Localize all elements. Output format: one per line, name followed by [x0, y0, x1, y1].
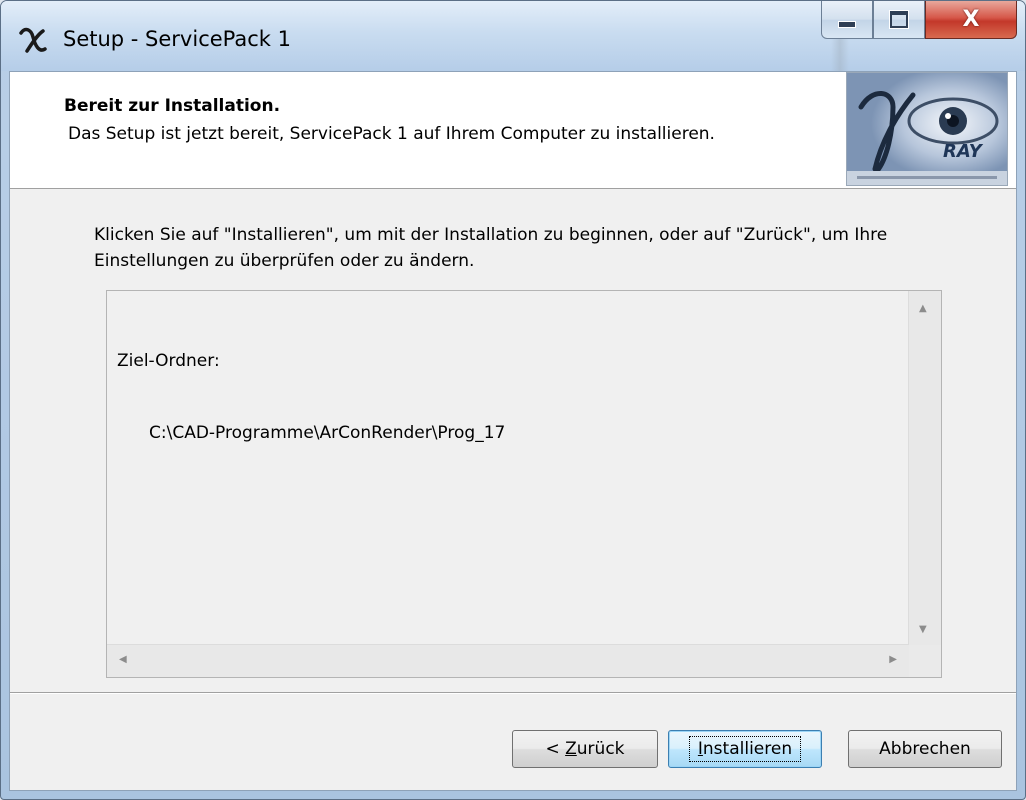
- caption-buttons: X: [821, 1, 1017, 39]
- install-button-label: nstallieren: [702, 739, 793, 759]
- back-button-prefix: <: [545, 739, 566, 759]
- close-button[interactable]: X: [925, 1, 1017, 39]
- back-button[interactable]: < Zurück: [512, 730, 658, 768]
- app-icon[interactable]: [17, 25, 49, 57]
- memo-label: Ziel-Ordner:: [117, 351, 220, 371]
- scroll-up-arrow-icon[interactable]: ▲: [919, 303, 927, 314]
- vertical-scrollbar[interactable]: ▲ ▼: [908, 291, 941, 645]
- install-button[interactable]: Installieren: [668, 730, 822, 768]
- close-icon: X: [962, 7, 980, 32]
- scroll-right-arrow-icon[interactable]: ▶: [889, 654, 897, 665]
- scroll-corner: [909, 645, 941, 677]
- summary-memo[interactable]: Ziel-Ordner: C:\CAD-Programme\ArConRende…: [106, 290, 942, 678]
- minimize-button[interactable]: [821, 1, 873, 39]
- back-button-label: urück: [576, 739, 625, 759]
- horizontal-scrollbar[interactable]: ◀ ▶: [107, 644, 909, 677]
- scroll-left-arrow-icon[interactable]: ◀: [119, 654, 127, 665]
- title-bar[interactable]: Setup - ServicePack 1 X: [1, 1, 1025, 71]
- back-button-accel: Z: [565, 739, 577, 759]
- page-subtitle: Das Setup ist jetzt bereit, ServicePack …: [68, 124, 715, 144]
- setup-window: Setup - ServicePack 1 X Bereit zur Insta…: [0, 0, 1026, 800]
- wizard-client-area: Bereit zur Installation. Das Setup ist j…: [9, 71, 1017, 791]
- maximize-button[interactable]: [873, 1, 925, 39]
- cancel-button-label: Abbrechen: [879, 739, 971, 759]
- minimize-icon: [838, 21, 856, 28]
- cancel-button[interactable]: Abbrechen: [848, 730, 1002, 768]
- footer-separator: [10, 692, 1016, 694]
- memo-content: Ziel-Ordner: C:\CAD-Programme\ArConRende…: [117, 301, 505, 493]
- maximize-icon: [890, 11, 908, 28]
- instruction-text: Klicken Sie auf "Installieren", um mit d…: [94, 225, 888, 271]
- wizard-logo-image: RAY: [846, 72, 1008, 186]
- logo-wordmark: RAY: [943, 141, 982, 162]
- memo-destination-path: C:\CAD-Programme\ArConRender\Prog_17: [149, 423, 506, 443]
- install-button-focus: Installieren: [688, 736, 802, 762]
- scroll-down-arrow-icon[interactable]: ▼: [919, 624, 927, 635]
- page-title: Bereit zur Installation.: [64, 96, 281, 116]
- window-title: Setup - ServicePack 1: [63, 27, 291, 51]
- wizard-header: Bereit zur Installation. Das Setup ist j…: [10, 72, 1016, 189]
